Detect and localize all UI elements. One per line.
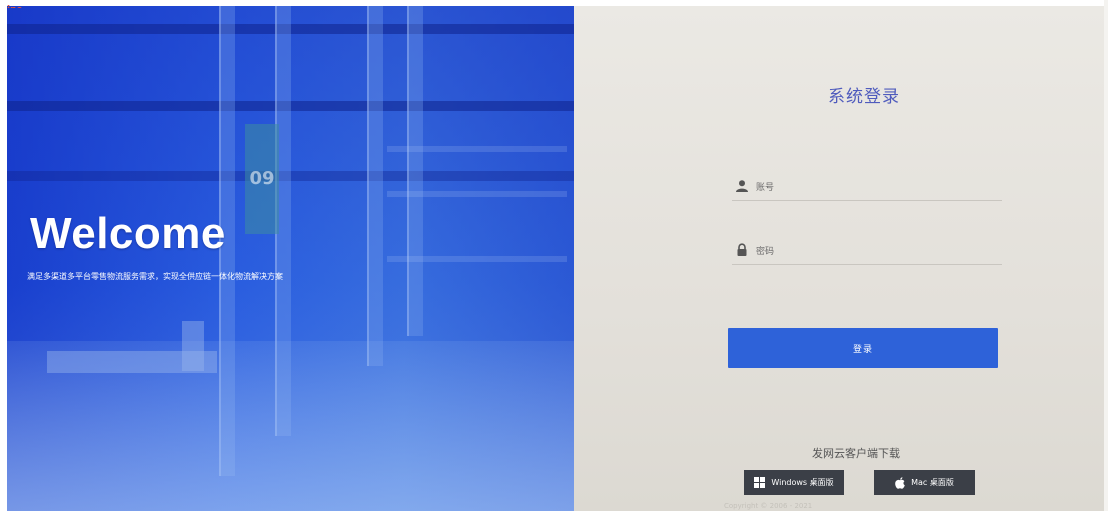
login-button[interactable]: 登录 <box>728 328 998 368</box>
aisle-sign: 09 <box>245 124 279 234</box>
apple-icon <box>895 476 905 489</box>
password-input[interactable] <box>754 241 998 263</box>
windows-download-label: Windows 桌面版 <box>771 478 834 487</box>
hero-subtitle: 满足多渠道多平台零售物流服务需求，实现全供应链一体化物流解决方案 <box>27 272 283 281</box>
brand-logo: ine <box>7 0 77 8</box>
password-field <box>732 240 1002 265</box>
download-title: 发网云客户端下载 <box>812 447 900 460</box>
username-field <box>732 176 1002 201</box>
rack-shelf <box>387 146 567 152</box>
login-title: 系统登录 <box>828 87 900 107</box>
mac-download-label: Mac 桌面版 <box>911 478 954 487</box>
screen-bezel-right <box>1104 0 1108 511</box>
screen-bezel-left <box>0 0 7 511</box>
lock-icon <box>737 243 747 256</box>
welcome-heading: Welcome <box>30 209 226 258</box>
login-panel: 系统登录 登录 发网云客户端下载 Windows 桌面版 Mac 桌面版 <box>574 6 1104 511</box>
hero-panel: 09 Welcome 满足多渠道多平台零售物流服务需求，实现全供应链一体化物流解… <box>7 6 574 511</box>
rack-shelf <box>387 191 567 197</box>
copyright-text: Copyright © 2006 - 2021 <box>724 502 813 510</box>
user-icon <box>736 180 748 192</box>
mac-download-button[interactable]: Mac 桌面版 <box>874 470 975 495</box>
windows-icon <box>754 477 766 488</box>
windows-download-button[interactable]: Windows 桌面版 <box>744 470 844 495</box>
rack-post <box>367 6 383 366</box>
username-input[interactable] <box>754 177 998 199</box>
rack-post <box>407 6 423 336</box>
workstation-monitor <box>182 321 204 371</box>
rack-shelf <box>387 256 567 262</box>
